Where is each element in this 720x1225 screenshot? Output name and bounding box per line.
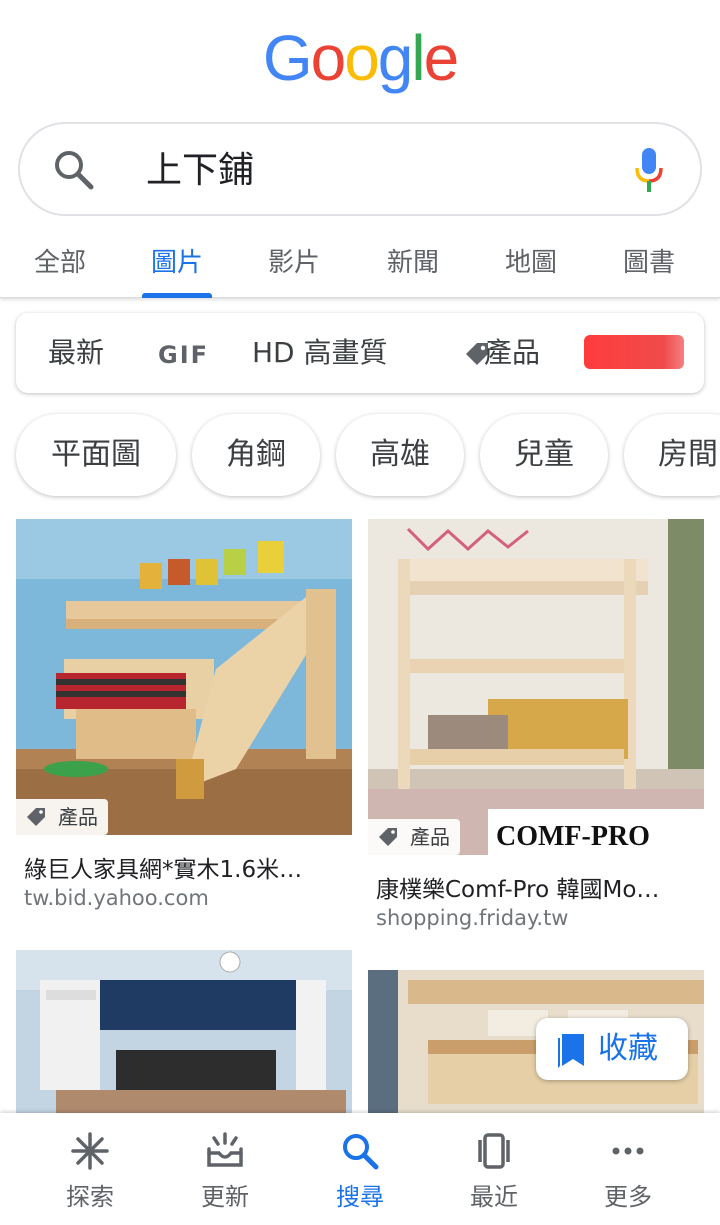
nav-discover[interactable]: 探索 <box>30 1113 150 1225</box>
bunk-bed-blue-image <box>16 950 352 1113</box>
chip-children[interactable]: 兒童 <box>480 414 608 496</box>
tab-images[interactable]: 圖片 <box>127 242 227 279</box>
search-icon[interactable] <box>52 148 96 192</box>
color-filter-red[interactable] <box>584 335 684 369</box>
logo-letter: l <box>411 22 425 94</box>
nav-recent-label: 最近 <box>470 1183 518 1211</box>
tab-books[interactable]: 圖書 <box>599 242 699 279</box>
result-source-2: shopping.friday.tw <box>376 906 569 930</box>
result-image-2[interactable]: COMF-PRO 產品 <box>368 519 704 855</box>
tab-news[interactable]: 新聞 <box>363 242 463 279</box>
tag-icon <box>379 828 397 846</box>
logo-letter: o <box>310 22 347 94</box>
logo-letter: e <box>423 22 460 94</box>
filter-latest[interactable]: 最新 <box>48 335 104 371</box>
nav-recent[interactable]: 最近 <box>434 1113 554 1225</box>
filter-products[interactable]: 產品 <box>484 335 540 371</box>
bottom-navigation: 探索 更新 搜尋 最近 更多 <box>0 1113 720 1225</box>
search-input[interactable]: 上下鋪 <box>146 148 254 194</box>
chip-kaohsiung[interactable]: 高雄 <box>336 414 464 496</box>
result-title-1[interactable]: 綠巨人家具網*實木1.6米… <box>24 850 302 884</box>
search-tabs: 全部 圖片 影片 新聞 地圖 圖書 <box>0 230 720 298</box>
badge-label: 產品 <box>410 825 450 849</box>
bunk-bed-slide-image <box>16 519 352 835</box>
search-icon <box>343 1134 379 1170</box>
active-tab-indicator <box>142 293 212 298</box>
asterisk-icon <box>71 1132 109 1170</box>
comfpro-watermark: COMF-PRO <box>496 821 650 852</box>
nav-discover-label: 探索 <box>66 1183 114 1211</box>
badge-label: 產品 <box>58 805 98 829</box>
google-logo: Google <box>0 22 720 94</box>
nav-more-label: 更多 <box>604 1183 652 1211</box>
more-dots-icon <box>612 1147 644 1155</box>
nav-search[interactable]: 搜尋 <box>300 1113 420 1225</box>
chip-floor-plan[interactable]: 平面圖 <box>16 414 176 496</box>
tag-icon <box>27 808 45 826</box>
nav-updates-label: 更新 <box>201 1183 249 1211</box>
nav-updates[interactable]: 更新 <box>165 1113 285 1225</box>
logo-letter: G <box>262 22 313 94</box>
result-source-1: tw.bid.yahoo.com <box>24 886 209 910</box>
filter-hd[interactable]: HD 高畫質 <box>252 335 388 371</box>
save-label: 收藏 <box>598 1031 658 1066</box>
nav-more[interactable]: 更多 <box>568 1113 688 1225</box>
result-image-3[interactable] <box>16 950 352 1113</box>
image-filter-bar: 最新 GIF HD 高畫質 產品 <box>16 313 704 393</box>
save-button[interactable]: 收藏 <box>536 1018 688 1080</box>
chip-angle-steel[interactable]: 角鋼 <box>192 414 320 496</box>
recent-cards-icon <box>478 1133 510 1169</box>
nav-search-label: 搜尋 <box>336 1183 384 1211</box>
product-badge: 產品 <box>368 819 460 855</box>
result-image-1[interactable]: 產品 <box>16 519 352 835</box>
bunk-bed-white-image: COMF-PRO <box>368 519 704 855</box>
product-badge: 產品 <box>16 799 108 835</box>
updates-icon <box>207 1132 243 1167</box>
tab-all[interactable]: 全部 <box>10 242 110 279</box>
search-box[interactable]: 上下鋪 <box>18 122 702 216</box>
chip-room[interactable]: 房間 <box>624 414 720 496</box>
logo-letter: o <box>344 22 380 94</box>
bookmark-icon <box>558 1034 584 1068</box>
tab-videos[interactable]: 影片 <box>244 242 344 279</box>
tab-maps[interactable]: 地圖 <box>481 242 581 279</box>
microphone-icon[interactable] <box>634 146 664 194</box>
result-title-2[interactable]: 康樸樂Comf-Pro 韓國Mo… <box>376 870 659 904</box>
logo-letter: g <box>377 22 414 94</box>
filter-gif[interactable]: GIF <box>158 337 209 373</box>
